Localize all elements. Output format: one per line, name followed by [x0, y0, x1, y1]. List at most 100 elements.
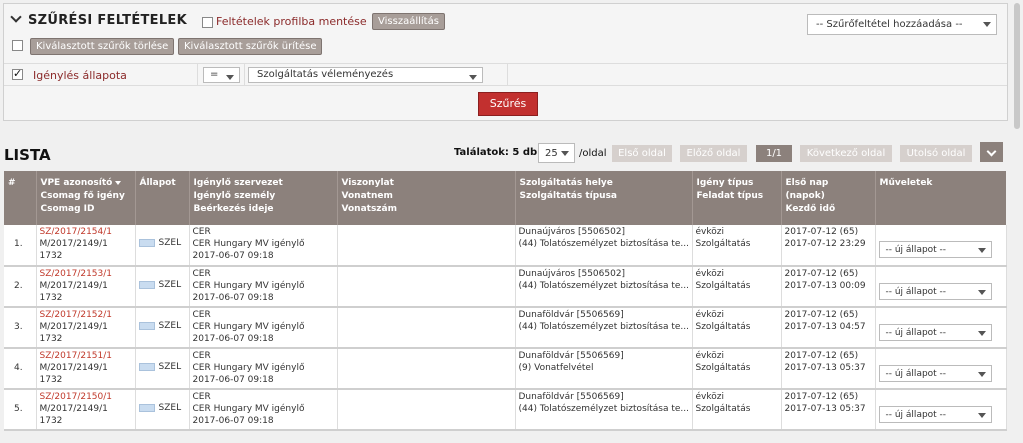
save-profile-option[interactable]: Feltételek profilba mentése	[202, 15, 367, 28]
divider	[244, 64, 245, 86]
vpe-id-link[interactable]: SZ/2017/2152/1	[40, 309, 132, 321]
filter-row-checkbox[interactable]	[12, 67, 23, 80]
first-day: 2017-07-12 (65)	[784, 392, 859, 402]
clear-selected-button[interactable]: Kiválasztott szűrők törlése	[30, 38, 175, 55]
package-main-request: M/2017/2149/1	[39, 322, 108, 332]
column-header-label: Vonatszám	[342, 203, 511, 216]
state-code: SZEL	[158, 321, 182, 331]
state-color-swatch	[138, 403, 155, 412]
prev-page-button[interactable]: Előző oldal	[680, 145, 747, 162]
divider	[507, 64, 508, 86]
state-color-swatch	[138, 238, 155, 247]
requester-org: CER	[192, 310, 211, 320]
requester-org: CER	[192, 269, 211, 279]
service-place: Dunaújváros [5506502]	[518, 269, 626, 279]
service-place: Dunaföldvár [5506569]	[518, 392, 624, 402]
package-main-request: M/2017/2149/1	[39, 404, 108, 414]
task-type: Szolgáltatás	[695, 281, 751, 291]
state-color-swatch	[138, 362, 155, 371]
column-header-text: Szolgáltatás típusa	[519, 191, 618, 201]
column-header: Igénylő szervezet Igénylő személy Beérkezé…	[189, 171, 338, 225]
scrollbar-thumb[interactable]	[1014, 3, 1020, 129]
new-state-select[interactable]: -- új állapot --	[878, 241, 992, 258]
last-page-button[interactable]: Utolsó oldal	[900, 145, 972, 162]
id-cell: SZ/2017/2150/1 M/2017/2149/1 1732	[36, 389, 136, 431]
column-header[interactable]: VPE azonosító Csomag fő igény Csomag ID	[36, 171, 136, 225]
table-row[interactable]: 4. SZ/2017/2151/1 M/2017/2149/1 1732 SZEL CER…	[4, 348, 1007, 390]
filter-row-label: Igénylés állapota	[33, 69, 127, 82]
column-header-label: Feladat típus	[697, 190, 777, 203]
row-number: 4.	[14, 363, 23, 373]
new-state-value: -- új állapot --	[885, 369, 947, 379]
list-menu-button[interactable]	[980, 142, 1003, 162]
table-row[interactable]: 2. SZ/2017/2153/1 M/2017/2149/1 1732 SZEL CER…	[4, 266, 1007, 308]
requester-person: CER Hungary MV igénylő	[192, 281, 305, 291]
new-state-select[interactable]: -- új állapot --	[878, 324, 992, 341]
sort-desc-icon[interactable]	[115, 181, 122, 185]
requester-cell: CER CER Hungary MV igénylő 2017-06-07 09:1…	[189, 389, 338, 431]
state-cell: SZEL	[135, 266, 190, 308]
save-profile-checkbox[interactable]	[202, 16, 213, 28]
operator-value: =	[210, 69, 219, 80]
filter-toggle[interactable]: SZŰRÉSI FELTÉTELEK	[10, 11, 187, 28]
first-day: 2017-07-12 (65)	[784, 269, 859, 279]
table-row[interactable]: 3. SZ/2017/2152/1 M/2017/2149/1 1732 SZEL CER…	[4, 307, 1007, 349]
add-filter-select[interactable]: -- Szűrőfeltétel hozzáadása --	[807, 14, 997, 35]
column-header-text: Vonatszám	[341, 204, 398, 214]
column-header-text: Kezdő idő	[785, 204, 836, 214]
start-time: 2017-07-13 04:57	[784, 322, 866, 332]
vpe-id-link[interactable]: SZ/2017/2154/1	[40, 226, 132, 238]
row-number-cell: 3.	[4, 307, 37, 349]
new-state-select[interactable]: -- új állapot --	[878, 365, 992, 382]
id-cell: SZ/2017/2154/1 M/2017/2149/1 1732	[36, 225, 136, 267]
operations-cell: -- új állapot --	[875, 389, 1007, 431]
column-header-text: Műveletek	[879, 178, 933, 188]
table-row[interactable]: 5. SZ/2017/2150/1 M/2017/2149/1 1732 SZEL CER…	[4, 389, 1007, 431]
new-state-select[interactable]: -- új állapot --	[878, 406, 992, 423]
filter-submit-button[interactable]: Szűrés	[478, 92, 538, 116]
service-cell: Dunaföldvár [5506569] (44) Tolatószemélyz…	[515, 307, 693, 349]
service-cell: Dunaföldvár [5506569] (9) Vonatfelvétel	[515, 348, 693, 390]
column-header-text: Feladat típus	[696, 191, 764, 201]
dropdown-arrow-icon	[977, 331, 986, 336]
dropdown-arrow-icon	[983, 22, 991, 27]
column-header-text: Igénylő személy	[193, 191, 276, 201]
vpe-id-link[interactable]: SZ/2017/2153/1	[40, 268, 132, 280]
requester-person: CER Hungary MV igénylő	[192, 363, 305, 373]
per-page-select[interactable]: 25	[538, 143, 575, 163]
vpe-id-link[interactable]: SZ/2017/2151/1	[40, 350, 132, 362]
package-main-request: M/2017/2149/1	[39, 239, 108, 249]
column-header-label: Szolgáltatás helye	[520, 177, 688, 190]
operator-select[interactable]: =	[203, 67, 240, 83]
service-type: (44) Tolatószemélyzet biztosítása te...	[518, 404, 690, 414]
task-type: Szolgáltatás	[695, 239, 751, 249]
id-cell: SZ/2017/2152/1 M/2017/2149/1 1732	[36, 307, 136, 349]
first-day-cell: 2017-07-12 (65) 2017-07-13 04:57	[781, 307, 876, 349]
service-place: Dunaföldvár [5506569]	[518, 351, 624, 361]
task-type: Szolgáltatás	[695, 404, 751, 414]
current-page[interactable]: 1/1	[756, 145, 792, 162]
state-cell: SZEL	[135, 389, 190, 431]
dropdown-arrow-icon	[977, 290, 986, 295]
new-state-select[interactable]: -- új állapot --	[878, 283, 992, 300]
table-row[interactable]: 1. SZ/2017/2154/1 M/2017/2149/1 1732 SZEL CER…	[4, 225, 1007, 267]
package-main-request: M/2017/2149/1	[39, 281, 108, 291]
route-cell	[337, 225, 516, 267]
state-cell: SZEL	[135, 348, 190, 390]
reset-button[interactable]: Visszaállítás	[372, 13, 445, 30]
row-number: 1.	[14, 239, 23, 249]
chevron-down-icon[interactable]	[10, 11, 22, 23]
filter-value-select[interactable]: Szolgáltatás véleményezés	[248, 67, 483, 83]
next-page-button[interactable]: Következő oldal	[800, 145, 892, 162]
column-header-label: #	[8, 177, 32, 190]
empty-selected-button[interactable]: Kiválasztott szűrők ürítése	[178, 38, 323, 55]
table-header: # VPE azonosító Csomag fő igény Csomag ID Ál…	[4, 171, 1006, 225]
select-all-checkbox[interactable]	[12, 40, 23, 51]
dropdown-arrow-icon	[226, 75, 234, 80]
vpe-id-link[interactable]: SZ/2017/2150/1	[40, 391, 132, 403]
first-page-button[interactable]: Első oldal	[612, 145, 672, 162]
results-table: # VPE azonosító Csomag fő igény Csomag ID Ál…	[4, 171, 1007, 431]
filter-title: SZŰRÉSI FELTÉTELEK	[28, 13, 187, 28]
column-header-label: Kezdő idő	[786, 203, 871, 216]
state-code: SZEL	[158, 403, 182, 413]
